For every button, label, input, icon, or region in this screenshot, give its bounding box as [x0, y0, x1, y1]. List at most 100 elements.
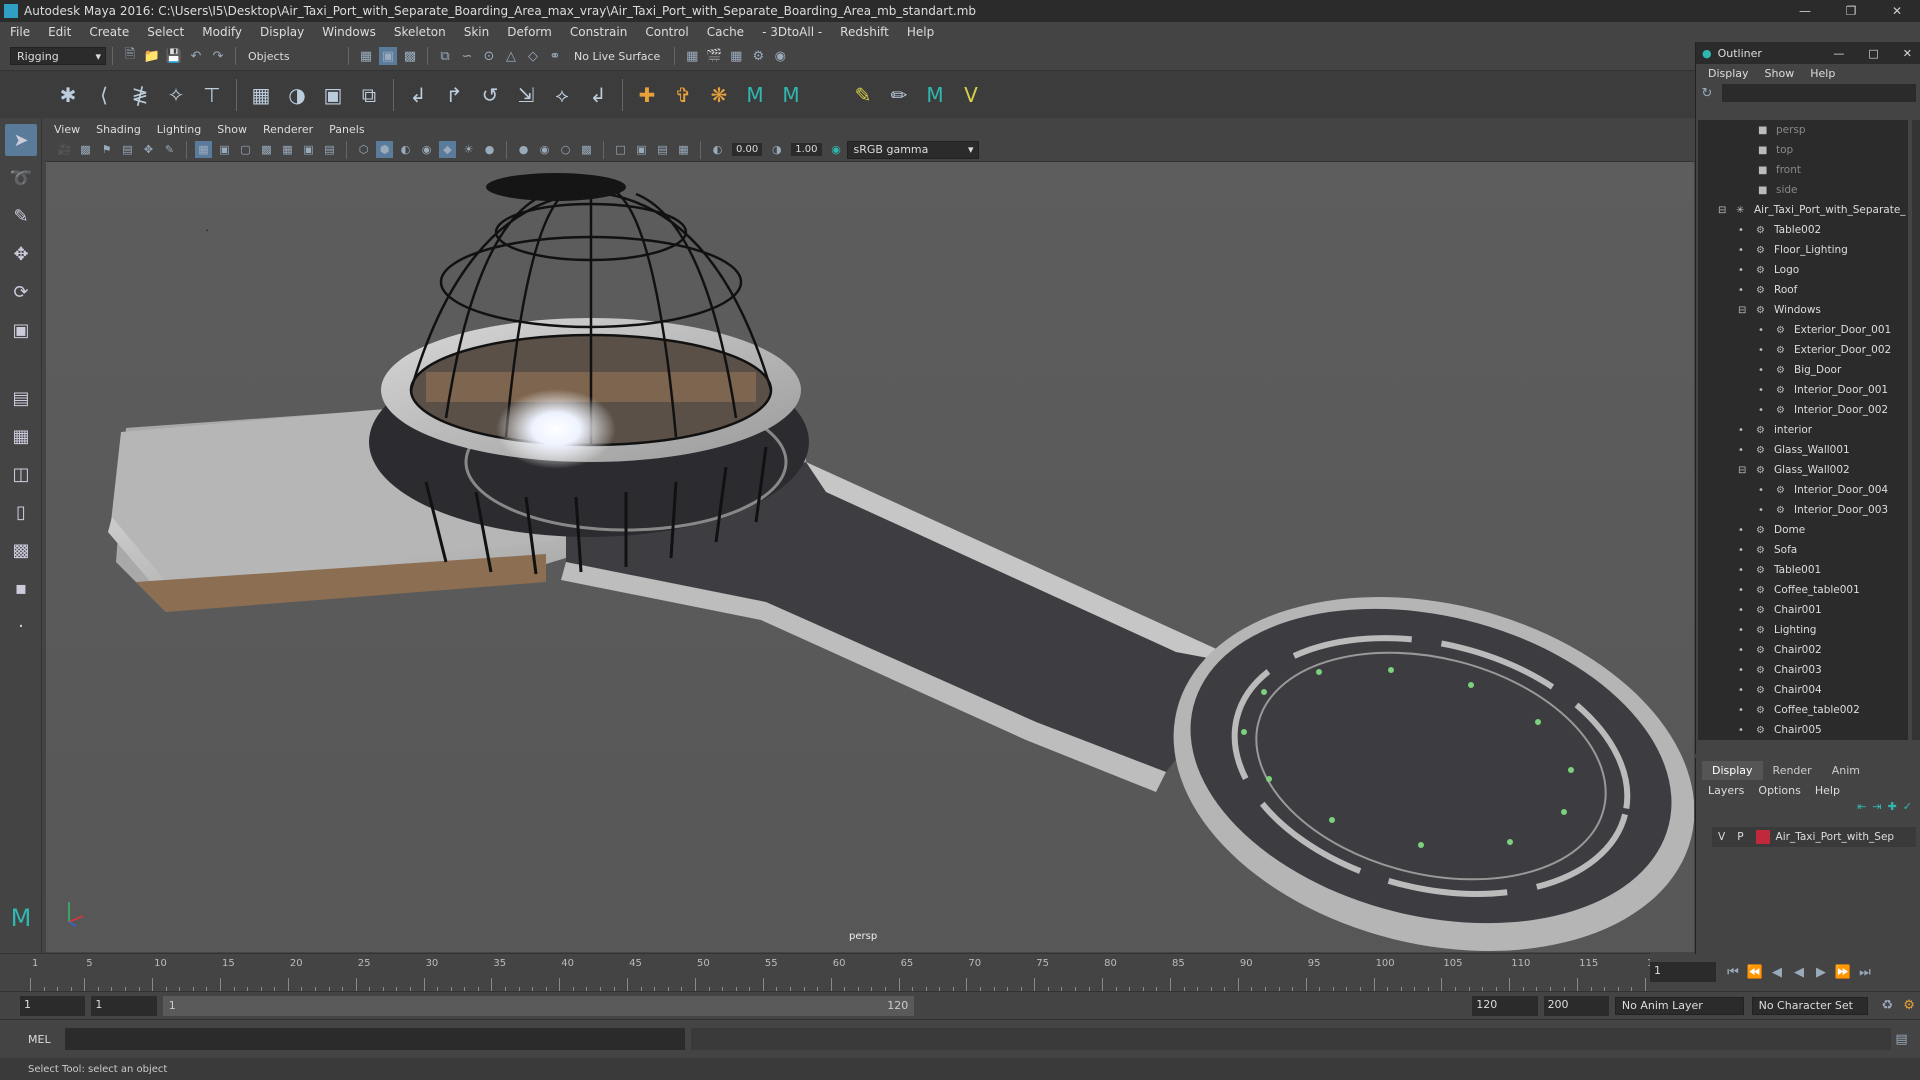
outliner-item[interactable]: • ⚙ Interior_Door_004 — [1698, 480, 1908, 500]
smooth-bind-icon[interactable]: ◑ — [281, 79, 313, 111]
script-editor-icon[interactable]: ▤ — [1893, 1030, 1911, 1048]
mel-label[interactable]: MEL — [28, 1033, 51, 1046]
tree-node-icon[interactable]: • — [1738, 425, 1752, 436]
layout-single-icon[interactable]: ▤ — [5, 382, 37, 414]
tree-node-icon[interactable]: • — [1738, 725, 1752, 736]
perspective-viewport[interactable]: . persp — [46, 162, 1694, 952]
outliner-menu-help[interactable]: Help — [1810, 67, 1835, 80]
end-time-field[interactable]: 200 — [1543, 995, 1609, 1016]
grease-pencil-icon[interactable]: ✎ — [161, 141, 178, 158]
outliner-item[interactable]: • ⚙ Big_Door — [1698, 360, 1908, 380]
field-chart-icon[interactable]: ▦ — [279, 141, 296, 158]
outliner-item[interactable]: • ⚙ Chair001 — [1698, 600, 1908, 620]
anti-alias-icon[interactable]: ◉ — [536, 141, 553, 158]
ipr-render-icon[interactable]: ▦ — [727, 47, 745, 65]
camera-select-icon[interactable]: 🎥 — [56, 141, 73, 158]
render-view-icon[interactable]: ▦ — [683, 47, 701, 65]
restore-button[interactable]: ❐ — [1828, 0, 1874, 22]
vp-menu-panels[interactable]: Panels — [329, 123, 364, 136]
tree-node-icon[interactable] — [1740, 145, 1754, 155]
lasso-tool-icon[interactable]: ➰ — [5, 162, 37, 194]
gate-mask-icon[interactable]: ▩ — [258, 141, 275, 158]
menu-windows[interactable]: Windows — [322, 25, 376, 39]
isolate-icon[interactable]: ▩ — [578, 141, 595, 158]
hypershade-icon[interactable]: ◉ — [771, 47, 789, 65]
v-tool-icon[interactable]: V — [955, 79, 987, 111]
snap-live-icon[interactable]: ⚭ — [546, 47, 564, 65]
go-to-start-icon[interactable]: ⏮ — [1724, 963, 1742, 981]
tree-node-icon[interactable]: • — [1738, 545, 1752, 556]
collapse-icon[interactable]: ⊟ — [1718, 205, 1732, 216]
tree-node-icon[interactable]: • — [1758, 505, 1772, 516]
menu-modify[interactable]: Modify — [202, 25, 242, 39]
ik-spline-icon[interactable]: ≹ — [124, 79, 156, 111]
outliner-item[interactable]: ■ side — [1698, 180, 1908, 200]
menu-3dtoall[interactable]: - 3DtoAll - — [762, 25, 822, 39]
cluster-icon[interactable]: ⧉ — [353, 79, 385, 111]
xray-icon[interactable]: □ — [612, 141, 629, 158]
outliner-item[interactable]: ■ top — [1698, 140, 1908, 160]
tree-node-icon[interactable]: • — [1738, 605, 1752, 616]
select-tool-icon[interactable]: ➤ — [5, 124, 37, 156]
outliner-item[interactable]: ■ front — [1698, 160, 1908, 180]
range-slider[interactable]: 1 120 — [162, 995, 915, 1016]
outliner-item[interactable]: • ⚙ Lighting — [1698, 620, 1908, 640]
backface-icon[interactable]: ▦ — [675, 141, 692, 158]
outliner-item[interactable]: • ⚙ Table001 — [1698, 560, 1908, 580]
layout-graph-icon[interactable]: ▩ — [5, 534, 37, 566]
menu-cache[interactable]: Cache — [707, 25, 744, 39]
resolution-gate-icon[interactable]: ▢ — [237, 141, 254, 158]
layout-two-icon[interactable]: ◫ — [5, 458, 37, 490]
layer-row[interactable]: V P Air_Taxi_Port_with_Sep — [1712, 827, 1916, 847]
tree-node-icon[interactable]: • — [1758, 365, 1772, 376]
smooth-shade-icon[interactable]: ⬢ — [376, 141, 393, 158]
constraint-pole-icon[interactable]: ↲ — [582, 79, 614, 111]
render-frame-icon[interactable]: 🎬 — [705, 47, 723, 65]
tree-node-icon[interactable]: • — [1738, 285, 1752, 296]
tree-node-icon[interactable]: • — [1738, 665, 1752, 676]
select-component-icon[interactable]: ▩ — [401, 47, 419, 65]
tab-anim[interactable]: Anim — [1822, 761, 1870, 780]
character-set-dropdown[interactable]: No Character Set — [1751, 996, 1869, 1015]
menu-edit[interactable]: Edit — [48, 25, 71, 39]
tree-node-icon[interactable] — [1740, 165, 1754, 175]
outliner-item[interactable]: • ⚙ Chair002 — [1698, 640, 1908, 660]
tree-node-icon[interactable]: • — [1758, 485, 1772, 496]
constraint-orient-icon[interactable]: ↺ — [474, 79, 506, 111]
outliner-item[interactable]: • ⚙ Coffee_table001 — [1698, 580, 1908, 600]
gamma-field[interactable]: 1.00 — [791, 143, 822, 156]
outliner-item[interactable]: • ⚙ Floor_Lighting — [1698, 240, 1908, 260]
vp-menu-renderer[interactable]: Renderer — [263, 123, 313, 136]
outliner-menu-display[interactable]: Display — [1708, 67, 1749, 80]
outliner-item[interactable]: • ⚙ Interior_Door_003 — [1698, 500, 1908, 520]
playback-end-field[interactable]: 120 — [1472, 995, 1538, 1016]
outliner-item[interactable]: • ⚙ Exterior_Door_002 — [1698, 340, 1908, 360]
snap-grid-icon[interactable]: ⧉ — [436, 47, 454, 65]
move-layer-up-icon[interactable]: ⇤ — [1857, 800, 1866, 813]
vp-menu-lighting[interactable]: Lighting — [157, 123, 201, 136]
constraint-parent-icon[interactable]: ⟡ — [546, 79, 578, 111]
new-layer-selected-icon[interactable]: ✓ — [1903, 800, 1912, 813]
xray-joints-icon[interactable]: ▣ — [633, 141, 650, 158]
outliner-item[interactable]: • ⚙ Interior_Door_002 — [1698, 400, 1908, 420]
2d-pan-icon[interactable]: ✥ — [140, 141, 157, 158]
tree-node-icon[interactable]: • — [1758, 325, 1772, 336]
playback-start-field[interactable]: 1 — [91, 995, 157, 1016]
menu-create[interactable]: Create — [89, 25, 129, 39]
dof-icon[interactable]: ○ — [557, 141, 574, 158]
camera-attr-icon[interactable]: ▩ — [77, 141, 94, 158]
render-settings-icon[interactable]: ⚙ — [749, 47, 767, 65]
gamma-icon[interactable]: ◑ — [768, 141, 785, 158]
color-management-icon[interactable]: ◉ — [828, 141, 845, 158]
tree-node-icon[interactable] — [1740, 185, 1754, 195]
tab-display[interactable]: Display — [1702, 761, 1763, 780]
save-scene-icon[interactable]: 💾 — [165, 47, 183, 65]
tree-node-icon[interactable]: • — [1758, 385, 1772, 396]
command-input[interactable] — [64, 1028, 685, 1050]
outliner-minimize-button[interactable]: — — [1833, 47, 1844, 60]
menu-skeleton[interactable]: Skeleton — [394, 25, 446, 39]
maya-m-icon-2[interactable]: M — [775, 79, 807, 111]
layout-persp-outliner-icon[interactable]: ▯ — [5, 496, 37, 528]
outliner-item[interactable]: ⊟ ⚙ Glass_Wall002 — [1698, 460, 1908, 480]
view-transform-dropdown[interactable]: sRGB gamma ▾ — [846, 140, 979, 159]
